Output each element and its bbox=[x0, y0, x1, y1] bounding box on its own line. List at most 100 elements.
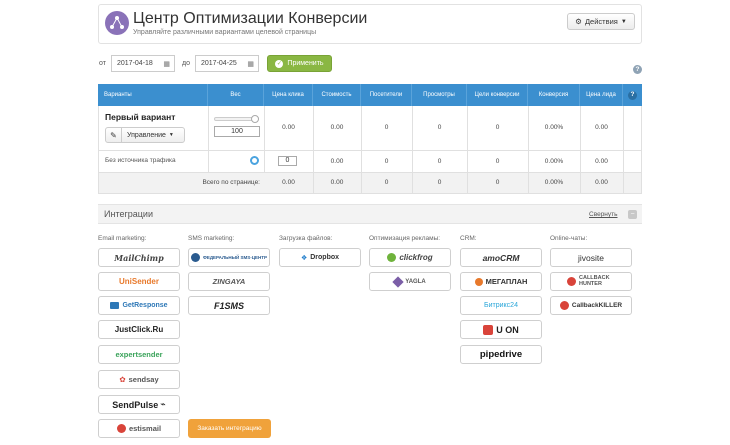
col-visitors: Посетители bbox=[361, 84, 412, 106]
getresponse-icon bbox=[110, 302, 120, 309]
sms-marketing-header: SMS marketing: bbox=[188, 235, 235, 242]
file-upload-header: Загрузка файлов: bbox=[279, 235, 333, 242]
jivosite-button[interactable]: jivosite bbox=[550, 248, 632, 267]
integrations-title: Интеграции bbox=[104, 209, 153, 219]
from-date-input[interactable]: 2017-04-18 ▦ bbox=[111, 55, 175, 72]
estismail-button[interactable]: estismail bbox=[98, 419, 180, 438]
dropbox-label: Dropbox bbox=[310, 254, 340, 261]
col-conversion: Конверсия bbox=[528, 84, 580, 106]
page-subtitle: Управляйте различными вариантами целевой… bbox=[133, 29, 317, 36]
target-icon[interactable] bbox=[250, 156, 259, 165]
unisender-button[interactable]: UniSender bbox=[98, 272, 180, 291]
help-icon[interactable]: ? bbox=[633, 65, 642, 74]
to-label: до bbox=[182, 60, 190, 67]
help-icon[interactable]: ? bbox=[628, 90, 637, 100]
yagla-button[interactable]: YAGLA bbox=[369, 272, 451, 291]
actions-label: Действия bbox=[584, 17, 618, 26]
pipedrive-button[interactable]: pipedrive bbox=[460, 345, 542, 364]
source-weight-input[interactable]: 0 bbox=[278, 156, 297, 166]
total-click-price: 0.00 bbox=[282, 179, 295, 186]
estismail-icon bbox=[116, 424, 126, 433]
yagla-icon bbox=[392, 275, 404, 288]
edit-icon: ✎ bbox=[106, 128, 122, 142]
caret-down-icon: ▼ bbox=[620, 18, 627, 25]
online-chats-header: Online-чаты: bbox=[550, 235, 588, 242]
to-date-input[interactable]: 2017-04-25 ▦ bbox=[195, 55, 259, 72]
manage-variant-button[interactable]: ✎ Управление ▼ bbox=[105, 127, 185, 143]
uon-label: U ON bbox=[496, 324, 519, 335]
col-cost: Стоимость bbox=[313, 84, 361, 106]
apply-label: Применить bbox=[287, 60, 324, 67]
federal-sms-button[interactable]: ФЕДЕРАЛЬНЫЙ SMS-ЦЕНТР bbox=[188, 248, 270, 267]
collapse-icon[interactable]: − bbox=[628, 210, 637, 219]
dropbox-button[interactable]: ❖ Dropbox bbox=[279, 248, 361, 267]
apply-button[interactable]: ✓ Применить bbox=[267, 55, 332, 72]
app-logo-icon bbox=[105, 11, 129, 35]
source-views: 0 bbox=[437, 158, 442, 165]
zingaya-button[interactable]: ZINGAYA bbox=[188, 272, 270, 291]
gear-icon: ⚙ bbox=[575, 17, 582, 26]
federal-sms-label: ФЕДЕРАЛЬНЫЙ SMS-ЦЕНТР bbox=[202, 255, 268, 260]
total-cost: 0.00 bbox=[330, 179, 344, 186]
federal-sms-icon bbox=[190, 253, 200, 262]
email-marketing-header: Email marketing: bbox=[98, 235, 147, 242]
callback-hunter-button[interactable]: CALLBACK HUNTER bbox=[550, 272, 632, 291]
justclick-button[interactable]: JustClick.Ru bbox=[98, 320, 180, 339]
dropbox-icon: ❖ bbox=[300, 254, 308, 262]
sendsay-label: sendsay bbox=[128, 375, 159, 384]
col-weight: Вес bbox=[208, 84, 264, 106]
col-click-price: Цена клика bbox=[264, 84, 313, 106]
collapse-link[interactable]: Свернуть bbox=[589, 211, 618, 218]
sendsay-button[interactable]: ✿ sendsay bbox=[98, 370, 180, 389]
calendar-icon: ▦ bbox=[247, 60, 254, 68]
from-label: от bbox=[99, 60, 106, 67]
manage-label: Управление bbox=[127, 131, 166, 139]
pulse-icon: ⌁ bbox=[160, 399, 166, 409]
clickfrog-label: clickfrog bbox=[399, 253, 433, 262]
expertsender-button[interactable]: expertsender bbox=[98, 345, 180, 364]
megaplan-button[interactable]: МЕГАПЛАН bbox=[460, 272, 542, 291]
amocrm-button[interactable]: amoCRM bbox=[460, 248, 542, 267]
calendar-icon: ▦ bbox=[163, 60, 170, 68]
col-views: Просмотры bbox=[412, 84, 467, 106]
source-conversion: 0.00% bbox=[544, 158, 564, 165]
getresponse-button[interactable]: GetResponse bbox=[98, 296, 180, 315]
megaplan-label: МЕГАПЛАН bbox=[485, 277, 528, 286]
bitrix24-button[interactable]: Битрикс24 bbox=[460, 296, 542, 315]
callback-hunter-label: CALLBACK HUNTER bbox=[579, 275, 610, 287]
actions-dropdown-button[interactable]: ⚙ Действия ▼ bbox=[567, 13, 635, 30]
from-date-value: 2017-04-18 bbox=[117, 60, 153, 67]
ad-optimization-header: Оптимизация рекламы: bbox=[369, 235, 441, 242]
callbackkiller-icon bbox=[559, 301, 569, 310]
source-label: Без источника трафика bbox=[105, 157, 176, 164]
variant-click-price: 0.00 bbox=[282, 124, 295, 131]
source-lead-price: 0.00 bbox=[595, 158, 608, 165]
total-views: 0 bbox=[437, 179, 442, 186]
caret-down-icon: ▼ bbox=[168, 132, 174, 138]
callbackkiller-button[interactable]: CallbackKILLER bbox=[550, 296, 632, 315]
integrations-header: Интеграции Свернуть − bbox=[98, 204, 642, 224]
sendpulse-button[interactable]: SendPulse ⌁ bbox=[98, 395, 180, 414]
uon-button[interactable]: U ON bbox=[460, 320, 542, 339]
callbackkiller-label: CallbackKILLER bbox=[571, 302, 623, 309]
weight-input[interactable]: 100 bbox=[214, 126, 260, 137]
mailchimp-button[interactable]: MailChimp bbox=[98, 248, 180, 267]
weight-slider-handle[interactable] bbox=[251, 115, 259, 123]
variant-visitors: 0 bbox=[384, 124, 389, 131]
total-goals: 0 bbox=[495, 179, 500, 186]
f1sms-button[interactable]: F1SMS bbox=[188, 296, 270, 315]
clickfrog-button[interactable]: clickfrog bbox=[369, 248, 451, 267]
col-help: ? bbox=[623, 84, 642, 106]
source-visitors: 0 bbox=[384, 158, 389, 165]
total-label: Всего по странице: bbox=[202, 179, 260, 186]
table-header: Варианты Вес Цена клика Стоимость Посети… bbox=[98, 84, 642, 106]
getresponse-label: GetResponse bbox=[122, 302, 168, 309]
source-goals: 0 bbox=[495, 158, 500, 165]
page-title: Центр Оптимизации Конверсии bbox=[133, 10, 368, 27]
sendpulse-label: SendPulse bbox=[112, 399, 159, 410]
variants-table: Варианты Вес Цена клика Стоимость Посети… bbox=[98, 84, 642, 194]
variant-conversion: 0.00% bbox=[544, 124, 564, 131]
variant-goals: 0 bbox=[495, 124, 500, 131]
source-cost: 0.00 bbox=[330, 158, 344, 165]
order-integration-button[interactable]: Заказать интеграцию bbox=[188, 419, 271, 438]
